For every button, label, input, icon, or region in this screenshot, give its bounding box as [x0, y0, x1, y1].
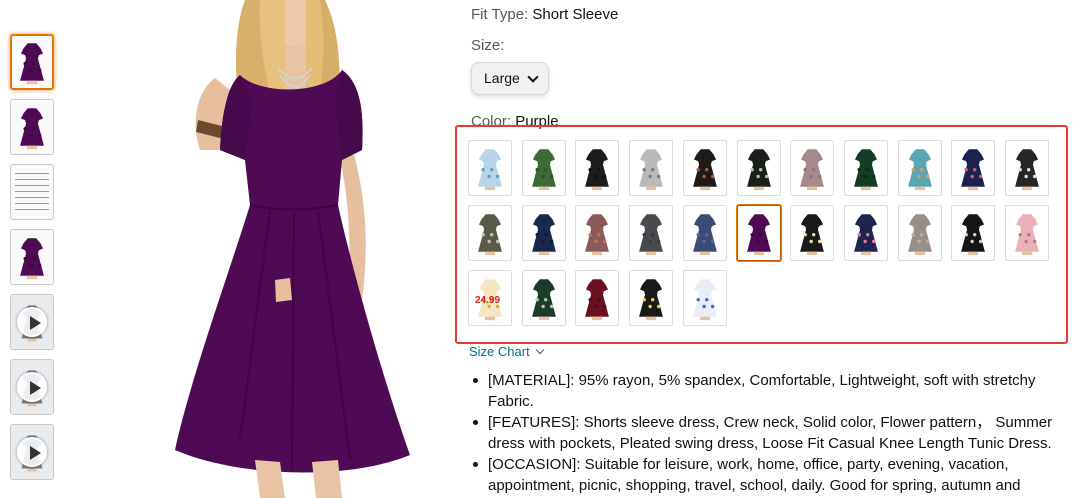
swatch-blue-stripe[interactable]	[682, 205, 727, 261]
swatch-black-leaf-print[interactable]	[736, 140, 781, 196]
dress-icon	[692, 149, 717, 191]
swatch-black[interactable]	[575, 140, 620, 196]
fit-type-value: Short Sleeve	[532, 6, 619, 23]
dress-icon	[907, 214, 932, 256]
dress-icon	[961, 149, 986, 191]
dress-icon	[907, 149, 932, 191]
feature-bullet: [FEATURES]: Shorts sleeve dress, Crew ne…	[471, 412, 1061, 454]
dress-icon	[800, 214, 825, 256]
dress-icon	[692, 214, 717, 256]
size-dropdown-value: Large	[484, 70, 520, 86]
size-dropdown[interactable]: Large	[471, 62, 549, 95]
swatch-navy[interactable]	[521, 205, 566, 261]
dress-icon	[531, 214, 556, 256]
swatch-price-tag: 24.99	[475, 295, 501, 306]
dress-icon	[20, 43, 44, 85]
chevron-down-icon	[527, 71, 539, 83]
swatch-dark-green[interactable]	[843, 140, 888, 196]
dress-icon	[746, 149, 771, 191]
size-chart-label: Size Chart	[469, 344, 530, 359]
fit-type-label: Fit Type:	[471, 6, 529, 23]
dress-icon	[20, 238, 44, 280]
dress-icon	[1015, 214, 1039, 256]
thumbnail-front[interactable]	[10, 34, 54, 90]
dress-icon	[961, 214, 986, 256]
swatch-sunflower[interactable]: 24.99	[468, 270, 512, 326]
swatch-blue-white-floral[interactable]	[682, 270, 727, 326]
swatch-black-lemon[interactable]	[629, 270, 674, 326]
swatch-purple[interactable]	[736, 205, 781, 261]
dress-icon	[20, 108, 44, 150]
swatch-rust-floral[interactable]	[575, 205, 620, 261]
thumbnail-video-2[interactable]	[10, 359, 54, 415]
swatch-light-blue-floral[interactable]	[468, 140, 512, 196]
swatch-pink-stripe[interactable]	[1005, 205, 1049, 261]
swatch-charcoal[interactable]	[629, 205, 674, 261]
size-chart-table-icon	[15, 173, 49, 210]
thumbnail-side[interactable]	[10, 99, 54, 155]
swatch-olive-floral[interactable]	[468, 205, 512, 261]
swatch-burgundy[interactable]	[575, 270, 620, 326]
feature-bullets: [MATERIAL]: 95% rayon, 5% spandex, Comfo…	[471, 370, 1061, 496]
swatch-navy-pink-floral[interactable]	[843, 205, 888, 261]
dress-icon	[853, 214, 878, 256]
swatch-black-daisy[interactable]	[790, 205, 835, 261]
dress-icon	[478, 149, 502, 191]
dress-icon	[853, 149, 878, 191]
play-icon	[17, 437, 47, 467]
swatch-grey-paisley[interactable]	[629, 140, 674, 196]
dress-icon	[639, 149, 663, 191]
swatch-teal-floral[interactable]	[897, 140, 942, 196]
chevron-down-icon	[535, 345, 544, 355]
fit-type-row: Fit Type: Short Sleeve	[471, 6, 618, 23]
thumbnail-video-1[interactable]	[10, 294, 54, 350]
swatch-mauve-grey[interactable]	[790, 140, 835, 196]
dress-icon	[746, 214, 771, 256]
swatch-taupe-floral[interactable]	[897, 205, 942, 261]
dress-icon	[800, 149, 825, 191]
feature-bullet: [OCCASION]: Suitable for leisure, work, …	[471, 454, 1061, 496]
dress-icon	[585, 279, 610, 321]
dress-icon	[585, 149, 610, 191]
swatch-green[interactable]	[521, 140, 566, 196]
thumbnail-video-3[interactable]	[10, 424, 54, 480]
dress-icon	[639, 279, 663, 321]
dress-icon	[531, 149, 556, 191]
dress-icon	[585, 214, 610, 256]
feature-bullet: [MATERIAL]: 95% rayon, 5% spandex, Comfo…	[471, 370, 1061, 412]
dress-icon	[639, 214, 663, 256]
size-chart-link[interactable]: Size Chart	[469, 344, 544, 359]
swatch-green-leaf[interactable]	[521, 270, 566, 326]
dress-icon	[531, 279, 556, 321]
swatch-navy-floral[interactable]	[951, 140, 996, 196]
main-product-image[interactable]	[80, 0, 440, 498]
play-icon	[17, 307, 47, 337]
swatch-black-red-floral[interactable]	[682, 140, 727, 196]
size-label: Size:	[471, 37, 505, 54]
swatch-black-stripe[interactable]	[951, 205, 996, 261]
dress-icon	[478, 214, 502, 256]
play-icon	[17, 372, 47, 402]
thumbnail-size-chart[interactable]	[10, 164, 54, 220]
thumbnail-back[interactable]	[10, 229, 54, 285]
dress-icon	[692, 279, 717, 321]
dress-icon	[1015, 149, 1039, 191]
swatch-black-white-floral[interactable]	[1005, 140, 1049, 196]
model-dress-illustration	[175, 0, 410, 498]
